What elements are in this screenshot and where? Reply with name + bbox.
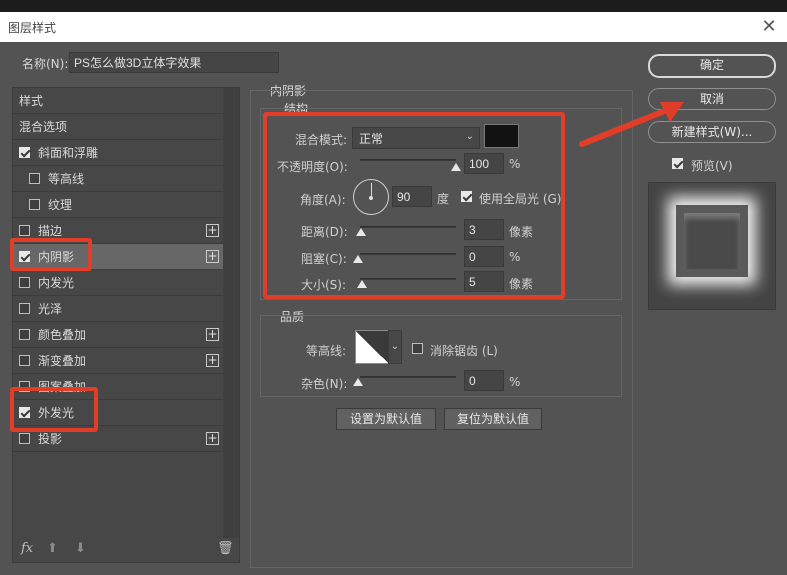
list-item-label: 描边 — [38, 224, 63, 238]
name-input[interactable] — [69, 52, 279, 73]
satin-checkbox[interactable] — [19, 303, 30, 314]
contour-label: 等高线: — [306, 344, 347, 358]
contour-checkbox[interactable] — [29, 173, 40, 184]
antialias-label: 消除锯齿 (L) — [430, 344, 498, 358]
top-strip — [0, 0, 787, 12]
texture-checkbox[interactable] — [29, 199, 40, 210]
gradient-overlay-item[interactable]: 渐变叠加 + — [13, 348, 223, 374]
styles-panel: 样式 混合选项 斜面和浮雕 等高线 纹理 描边 + 内阴影 + 内发光 光泽 颜… — [12, 87, 240, 563]
list-item-label: 斜面和浮雕 — [38, 146, 99, 160]
layer-style-dialog: 名称(N): 样式 混合选项 斜面和浮雕 等高线 纹理 — [0, 42, 787, 575]
bevel-emboss-checkbox[interactable] — [19, 147, 30, 158]
inner-glow-item[interactable]: 内发光 — [13, 270, 223, 296]
list-item-label: 颜色叠加 — [38, 328, 87, 342]
trash-icon[interactable]: 🗑 — [217, 541, 234, 556]
reset-default-button[interactable]: 复位为默认值 — [444, 408, 542, 430]
contour-dropdown-icon[interactable]: ⌄ — [388, 330, 402, 364]
annotation-arrow-icon — [579, 102, 684, 147]
list-item-label: 样式 — [19, 94, 44, 108]
add-stroke-plus-icon[interactable]: + — [206, 224, 219, 237]
preview-inner-shadow — [684, 213, 740, 269]
color-overlay-item[interactable]: 颜色叠加 + — [13, 322, 223, 348]
texture-item[interactable]: 纹理 — [13, 192, 223, 218]
close-icon[interactable]: ✕ — [757, 15, 781, 39]
antialias-checkbox[interactable] — [412, 343, 423, 354]
list-item-label: 混合选项 — [19, 120, 68, 134]
contour-preview[interactable] — [355, 330, 389, 364]
noise-slider-track[interactable] — [360, 376, 456, 378]
noise-unit: % — [509, 375, 521, 389]
list-item-label: 等高线 — [48, 172, 85, 186]
list-item-label: 投影 — [38, 432, 63, 446]
add-drop-shadow-plus-icon[interactable]: + — [206, 432, 219, 445]
add-color-overlay-plus-icon[interactable]: + — [206, 328, 219, 341]
noise-input[interactable] — [464, 370, 504, 391]
satin-item[interactable]: 光泽 — [13, 296, 223, 322]
set-default-button[interactable]: 设置为默认值 — [336, 408, 436, 430]
add-gradient-overlay-plus-icon[interactable]: + — [206, 354, 219, 367]
styles-header[interactable]: 样式 — [13, 88, 223, 114]
move-up-icon[interactable]: ⬆ — [47, 541, 58, 556]
preview-checkbox[interactable] — [672, 158, 683, 169]
preview-label: 预览(V) — [691, 159, 733, 173]
list-item-label: 内发光 — [38, 276, 75, 290]
list-item-label: 纹理 — [48, 198, 73, 212]
styles-scrollbar[interactable] — [223, 88, 239, 538]
list-item-label: 渐变叠加 — [38, 354, 87, 368]
gradient-overlay-checkbox[interactable] — [19, 355, 30, 366]
annotation-box-structure — [263, 112, 565, 299]
title-bar: 图层样式 ✕ — [0, 12, 787, 42]
name-label: 名称(N): — [22, 57, 69, 71]
add-inner-shadow-plus-icon[interactable]: + — [206, 250, 219, 263]
noise-slider-thumb[interactable] — [353, 378, 363, 386]
stroke-checkbox[interactable] — [19, 225, 30, 236]
style-preview — [648, 182, 776, 310]
bevel-emboss-item[interactable]: 斜面和浮雕 — [13, 140, 223, 166]
inner-glow-checkbox[interactable] — [19, 277, 30, 288]
styles-footer: fx ⬆ ⬇ 🗑 — [13, 536, 239, 562]
ok-button[interactable]: 确定 — [648, 54, 776, 78]
drop-shadow-checkbox[interactable] — [19, 433, 30, 444]
annotation-box-outer-glow — [10, 387, 98, 432]
annotation-box-inner-shadow — [10, 238, 92, 271]
noise-label: 杂色(N): — [301, 377, 348, 391]
fx-icon[interactable]: fx — [21, 541, 33, 556]
move-down-icon[interactable]: ⬇ — [75, 541, 86, 556]
list-item-label: 光泽 — [38, 302, 63, 316]
color-overlay-checkbox[interactable] — [19, 329, 30, 340]
blend-options-item[interactable]: 混合选项 — [13, 114, 223, 140]
preview-swatch — [676, 205, 748, 277]
window-title: 图层样式 — [8, 21, 57, 35]
contour-item[interactable]: 等高线 — [13, 166, 223, 192]
